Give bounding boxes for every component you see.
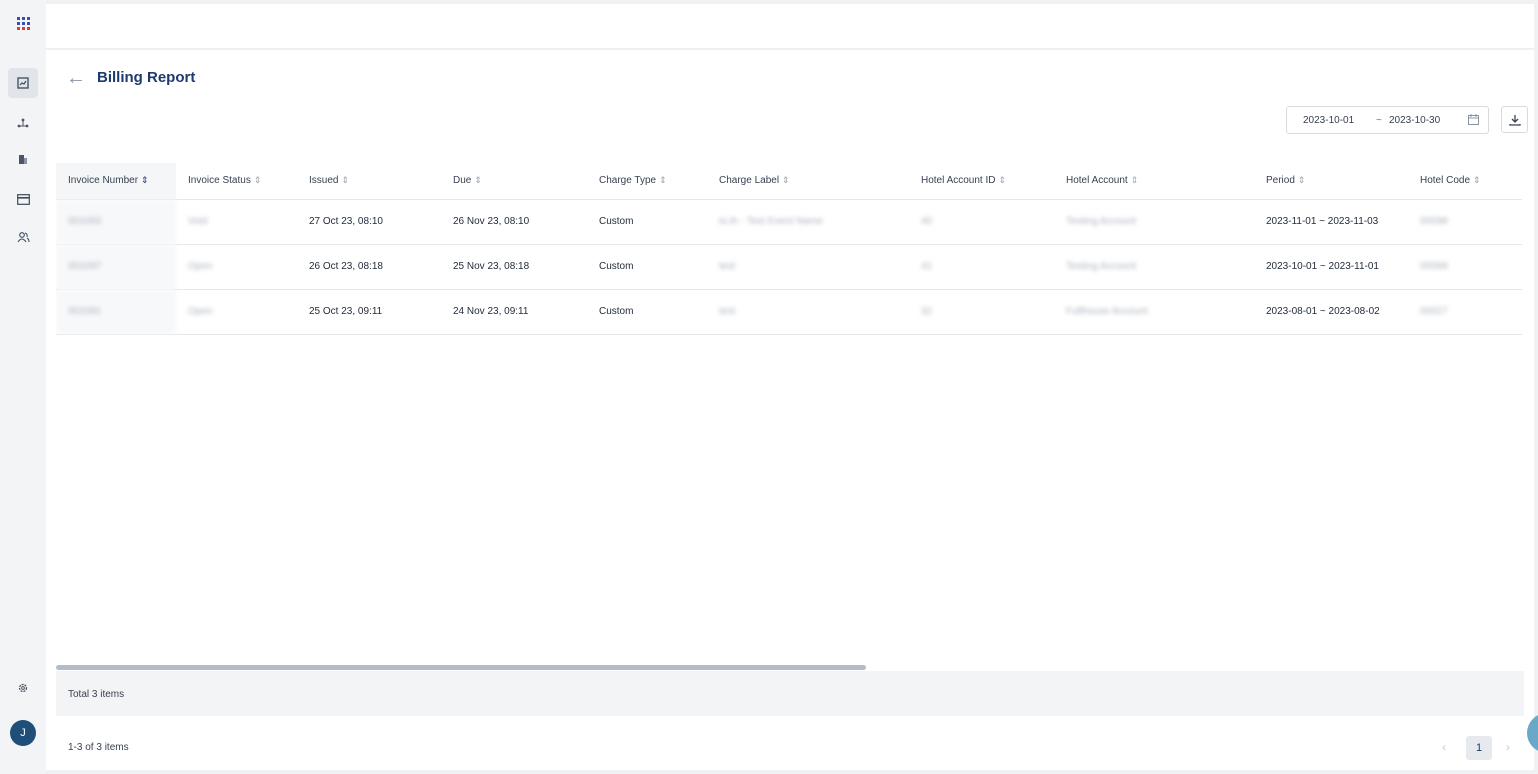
cell-hotel-code: 00027 [1408, 289, 1522, 335]
apps-grid-icon[interactable] [8, 8, 38, 38]
sidebar: J [0, 0, 46, 774]
billing-table: Invoice Number ⇕ Invoice Status ⇕ Issued ⇕ … [56, 163, 1524, 671]
column-header-charge-label[interactable]: Charge Label ⇕ [707, 163, 909, 200]
table-row[interactable]: 001091 Open 25 Oct 23, 09:11 24 Nov 23, … [56, 289, 1522, 335]
cell-invoice-status: Open [176, 289, 297, 335]
cell-period: 2023-10-01 ~ 2023-11-01 [1254, 244, 1408, 290]
header-label: Invoice Number [68, 175, 139, 187]
header-label: Invoice Status [188, 175, 251, 187]
date-range-picker[interactable]: 2023-10-01 ~ 2023-10-30 [1286, 106, 1489, 134]
sort-icon: ⇕ [998, 175, 1007, 186]
sort-icon: ⇕ [341, 175, 350, 186]
cell-charge-type: Custom [587, 244, 707, 290]
pagination-page-1[interactable]: 1 [1466, 736, 1492, 760]
column-header-issued[interactable]: Issued ⇕ [297, 163, 441, 200]
sort-icon: ⇕ [141, 175, 149, 186]
cell-charge-label: ts.th - Test Event Name [707, 199, 909, 245]
cell-period: 2023-08-01 ~ 2023-08-02 [1254, 289, 1408, 335]
column-header-invoice-status[interactable]: Invoice Status ⇕ [176, 163, 297, 200]
avatar-initial: J [20, 727, 26, 739]
header-label: Due [453, 175, 472, 187]
cell-hotel-account: Fullhouse Account [1054, 289, 1254, 335]
sort-icon: ⇕ [1130, 175, 1139, 186]
cell-hotel-account-id: 41 [909, 244, 1054, 290]
cell-invoice-number[interactable]: 001091 [56, 289, 176, 335]
cell-issued: 26 Oct 23, 08:18 [297, 244, 441, 290]
credit-card-icon[interactable] [8, 184, 38, 214]
cell-invoice-status: Void [176, 199, 297, 245]
header-label: Hotel Code [1420, 175, 1471, 187]
column-header-hotel-account-id[interactable]: Hotel Account ID ⇕ [909, 163, 1054, 200]
total-items-text: Total 3 items [68, 689, 125, 700]
column-header-charge-type[interactable]: Charge Type ⇕ [587, 163, 707, 200]
page-title: Billing Report [97, 69, 196, 86]
column-header-hotel-account[interactable]: Hotel Account ⇕ [1054, 163, 1254, 200]
cell-hotel-account: Testing Account [1054, 199, 1254, 245]
settings-gear-icon[interactable] [8, 673, 38, 703]
header-label: Charge Type [599, 175, 657, 187]
cell-hotel-account-id: 32 [909, 289, 1054, 335]
date-separator: ~ [1376, 115, 1382, 126]
cell-issued: 25 Oct 23, 09:11 [297, 289, 441, 335]
column-header-invoice-number[interactable]: Invoice Number ⇕ [56, 163, 176, 200]
cell-due: 24 Nov 23, 09:11 [441, 289, 587, 335]
column-header-hotel-code[interactable]: Hotel Code ⇕ [1408, 163, 1522, 200]
start-date[interactable]: 2023-10-01 [1303, 115, 1354, 126]
network-icon[interactable] [8, 108, 38, 138]
cell-due: 26 Nov 23, 08:10 [441, 199, 587, 245]
sort-icon: ⇕ [1297, 175, 1306, 186]
header-label: Charge Label [719, 175, 780, 187]
cell-charge-type: Custom [587, 289, 707, 335]
table-row[interactable]: 001093 Void 27 Oct 23, 08:10 26 Nov 23, … [56, 199, 1522, 245]
table-summary: Total 3 items [56, 671, 1524, 716]
sort-icon: ⇕ [659, 175, 667, 186]
cell-period: 2023-11-01 ~ 2023-11-03 [1254, 199, 1408, 245]
cell-hotel-account: Testing Account [1054, 244, 1254, 290]
cell-invoice-status: Open [176, 244, 297, 290]
top-bar [46, 4, 1534, 49]
column-header-period[interactable]: Period ⇕ [1254, 163, 1408, 200]
header-label: Hotel Account ID [921, 175, 996, 187]
cell-invoice-number[interactable]: 001097 [56, 244, 176, 290]
chevron-right-icon[interactable]: › [1506, 740, 1510, 754]
horizontal-scrollbar[interactable] [56, 665, 866, 670]
cell-charge-label: test [707, 244, 909, 290]
building-icon[interactable] [8, 144, 38, 174]
download-button[interactable] [1501, 106, 1528, 133]
sort-icon: ⇕ [1473, 175, 1481, 186]
header-label: Period [1266, 175, 1295, 187]
cell-charge-type: Custom [587, 199, 707, 245]
chevron-left-icon[interactable]: ‹ [1442, 740, 1446, 754]
cell-hotel-code: 00098 [1408, 244, 1522, 290]
download-icon [1508, 114, 1521, 126]
cell-invoice-number[interactable]: 001093 [56, 199, 176, 245]
main-content: ← Billing Report 2023-10-01 ~ 2023-10-30… [46, 50, 1534, 770]
back-arrow-icon[interactable]: ← [66, 68, 86, 88]
table-header-row: Invoice Number ⇕ Invoice Status ⇕ Issued ⇕ … [56, 163, 1522, 200]
report-chart-icon[interactable] [8, 68, 38, 98]
calendar-icon [1468, 114, 1479, 128]
table-row[interactable]: 001097 Open 26 Oct 23, 08:18 25 Nov 23, … [56, 244, 1522, 290]
end-date[interactable]: 2023-10-30 [1389, 115, 1440, 126]
pagination-range: 1-3 of 3 items [68, 742, 129, 753]
cell-hotel-account-id: 40 [909, 199, 1054, 245]
cell-hotel-code: 00098 [1408, 199, 1522, 245]
cell-charge-label: test [707, 289, 909, 335]
cell-due: 25 Nov 23, 08:18 [441, 244, 587, 290]
header-label: Hotel Account [1066, 175, 1128, 187]
header-label: Issued [309, 175, 339, 187]
sort-icon: ⇕ [782, 175, 790, 186]
sort-icon: ⇕ [253, 175, 262, 186]
sort-icon: ⇕ [474, 175, 482, 186]
users-icon[interactable] [8, 222, 38, 252]
avatar[interactable]: J [10, 720, 36, 746]
column-header-due[interactable]: Due ⇕ [441, 163, 587, 200]
cell-issued: 27 Oct 23, 08:10 [297, 199, 441, 245]
